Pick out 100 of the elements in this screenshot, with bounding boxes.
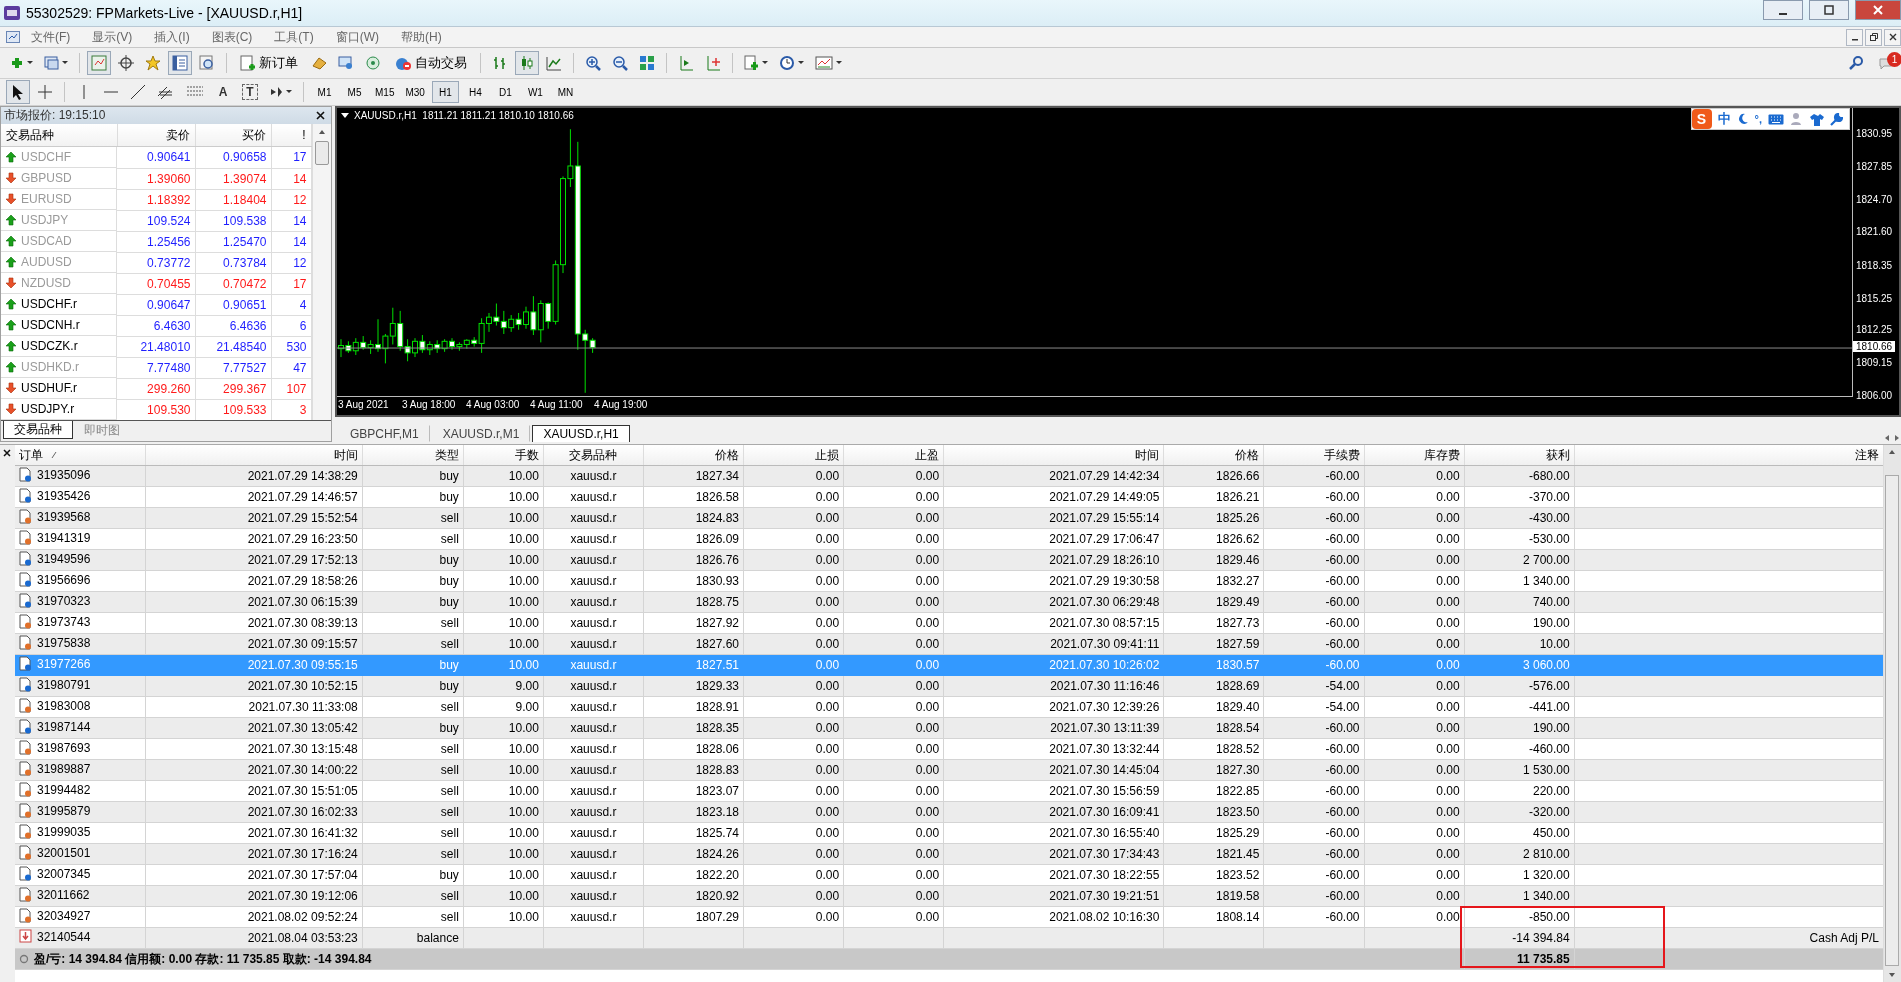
period-button[interactable]: D1 bbox=[491, 81, 519, 103]
column-header[interactable]: 时间 bbox=[145, 445, 363, 466]
table-row[interactable]: 31975838 2021.07.30 09:15:57 sell 10.00 xauusd.r 1827.60 0.00 0.00 2021.07.30 09:41:11 1827.59 -60.00 0.00 10.00 bbox=[15, 633, 1883, 655]
menu-item[interactable]: 窗口(W) bbox=[324, 28, 390, 46]
column-header[interactable]: 类型 bbox=[362, 445, 464, 466]
column-header[interactable]: 卖价 bbox=[117, 124, 195, 147]
column-header[interactable]: ! bbox=[271, 124, 311, 147]
column-header[interactable]: 时间 bbox=[943, 445, 1164, 466]
column-header[interactable]: 买价 bbox=[195, 124, 271, 147]
period-button[interactable]: H1 bbox=[431, 81, 459, 103]
period-button[interactable]: M30 bbox=[401, 81, 429, 103]
scrollbar-thumb[interactable] bbox=[1885, 475, 1900, 966]
auto-trading-button[interactable]: 自动交易 bbox=[388, 51, 473, 75]
label-tool-button[interactable]: T bbox=[238, 80, 262, 104]
chart-window-icon[interactable] bbox=[6, 31, 20, 43]
minimize-button[interactable] bbox=[1763, 0, 1803, 20]
restore-button[interactable] bbox=[1865, 28, 1882, 46]
period-button[interactable]: M15 bbox=[371, 81, 399, 103]
column-header[interactable]: 手续费 bbox=[1263, 445, 1365, 466]
menu-item[interactable]: 工具(T) bbox=[263, 28, 325, 46]
menu-item[interactable]: 插入(I) bbox=[143, 28, 201, 46]
table-row[interactable]: 31999035 2021.07.30 16:41:32 sell 10.00 xauusd.r 1825.74 0.00 0.00 2021.07.30 16:55:40 1825.29 -60.00 0.00 450.00 bbox=[15, 822, 1883, 844]
table-row[interactable]: 31987144 2021.07.30 13:05:42 buy 10.00 xauusd.r 1828.35 0.00 0.00 2021.07.30 13:11:39 1828.54 -60.00 0.00 190.00 bbox=[15, 717, 1883, 739]
list-window-button[interactable] bbox=[168, 51, 192, 75]
column-header[interactable]: 价格 bbox=[643, 445, 744, 466]
wrench-icon[interactable] bbox=[1830, 112, 1843, 126]
table-row[interactable]: 31973743 2021.07.30 08:39:13 sell 10.00 xauusd.r 1827.92 0.00 0.00 2021.07.30 08:57:15 1827.73 -60.00 0.00 190.00 bbox=[15, 612, 1883, 634]
chart-tab[interactable]: GBPCHF,M1 bbox=[339, 425, 430, 442]
table-row[interactable]: 32001501 2021.07.30 17:16:24 sell 10.00 xauusd.r 1824.26 0.00 0.00 2021.07.30 17:34:43 1821.45 -60.00 0.00 2 810.00 bbox=[15, 843, 1883, 865]
keyboard-icon[interactable] bbox=[1768, 113, 1784, 125]
close-icon[interactable] bbox=[3, 449, 12, 457]
table-row[interactable]: 31989887 2021.07.30 14:00:22 sell 10.00 xauusd.r 1828.83 0.00 0.00 2021.07.30 14:45:04 1827.30 -60.00 0.00 1 530.00 bbox=[15, 759, 1883, 781]
column-header[interactable]: 获利 bbox=[1464, 445, 1575, 466]
table-row[interactable]: 31935426 2021.07.29 14:46:57 buy 10.00 xauusd.r 1826.58 0.00 0.00 2021.07.29 14:49:05 1826.21 -60.00 0.00 -370.00 bbox=[15, 486, 1883, 508]
table-row[interactable]: 31939568 2021.07.29 15:52:54 sell 10.00 xauusd.r 1824.83 0.00 0.00 2021.07.29 15:55:14 1825.26 -60.00 0.00 -430.00 bbox=[15, 507, 1883, 529]
maximize-button[interactable] bbox=[1809, 0, 1849, 20]
close-icon[interactable] bbox=[316, 111, 325, 120]
text-tool-button[interactable]: A bbox=[211, 80, 235, 104]
table-row[interactable]: 31987693 2021.07.30 13:15:48 sell 10.00 xauusd.r 1828.06 0.00 0.00 2021.07.30 13:32:44 1828.52 -60.00 0.00 -460.00 bbox=[15, 738, 1883, 760]
period-button[interactable]: W1 bbox=[521, 81, 549, 103]
table-row[interactable]: 31980791 2021.07.30 10:52:15 buy 9.00 xauusd.r 1829.33 0.00 0.00 2021.07.30 11:16:46 1828.69 -54.00 0.00 -576.00 bbox=[15, 675, 1883, 697]
column-header[interactable]: 注释 bbox=[1574, 445, 1883, 466]
table-row[interactable]: 32011662 2021.07.30 19:12:06 sell 10.00 xauusd.r 1820.92 0.00 0.00 2021.07.30 19:21:51 1819.58 -60.00 0.00 1 340.00 bbox=[15, 885, 1883, 907]
new-order-button[interactable]: 新订单 bbox=[234, 51, 304, 75]
scroll-down-icon[interactable] bbox=[1888, 972, 1897, 978]
table-cell: 2021.07.30 15:51:05 bbox=[247, 784, 358, 798]
column-header[interactable]: 库存费 bbox=[1364, 445, 1465, 466]
scroll-right-icon[interactable] bbox=[1893, 434, 1901, 442]
table-row[interactable]: 31935096 2021.07.29 14:38:29 buy 10.00 xauusd.r 1827.34 0.00 0.00 2021.07.29 14:42:34 1826.66 -60.00 0.00 -680.00 bbox=[15, 465, 1883, 487]
column-header[interactable]: 手数 bbox=[463, 445, 544, 466]
menu-item[interactable]: 图表(C) bbox=[200, 28, 264, 46]
close-button[interactable] bbox=[1884, 28, 1901, 46]
candlestick-icon[interactable] bbox=[515, 51, 539, 75]
table-row[interactable]: 31956696 2021.07.29 18:58:26 buy 10.00 xauusd.r 1830.93 0.00 0.00 2021.07.29 19:30:58 1832.27 -60.00 0.00 1 340.00 bbox=[15, 570, 1883, 592]
symbol-name[interactable]: USDCHF.r bbox=[21, 297, 77, 311]
column-header[interactable]: 止损 bbox=[743, 445, 844, 466]
period-button[interactable]: M1 bbox=[311, 81, 338, 103]
bid-price: 299.260 bbox=[117, 378, 195, 399]
table-row[interactable]: 31949596 2021.07.29 17:52:13 buy 10.00 xauusd.r 1826.76 0.00 0.00 2021.07.29 18:26:10 1829.46 -60.00 0.00 2 700.00 bbox=[15, 549, 1883, 571]
scroll-up-icon[interactable] bbox=[1888, 449, 1897, 455]
table-row[interactable]: 31970323 2021.07.30 06:15:39 buy 10.00 xauusd.r 1828.75 0.00 0.00 2021.07.30 06:29:48 1829.49 -60.00 0.00 740.00 bbox=[15, 591, 1883, 613]
menu-item[interactable]: 显示(V) bbox=[81, 28, 144, 46]
panel-tab[interactable]: 交易品种 bbox=[3, 421, 73, 439]
scrollbar[interactable] bbox=[1883, 445, 1901, 982]
table-row[interactable]: 32140544 2021.08.04 03:53:23 balance -14 394.84 Cash Adj P/L bbox=[15, 927, 1883, 949]
symbol-name[interactable]: USDCZK.r bbox=[21, 339, 78, 353]
column-header[interactable]: 交易品种 bbox=[1, 124, 117, 147]
shirt-icon[interactable] bbox=[1810, 112, 1824, 126]
cursor-icon[interactable] bbox=[6, 80, 30, 104]
period-button[interactable]: MN bbox=[551, 81, 579, 103]
table-row[interactable]: 32034927 2021.08.02 09:52:24 sell 10.00 xauusd.r 1807.29 0.00 0.00 2021.08.02 10:16:30 1808.14 -60.00 0.00 -850.00 bbox=[15, 906, 1883, 928]
column-header[interactable]: 价格 bbox=[1163, 445, 1264, 466]
table-row[interactable]: 31995879 2021.07.30 16:02:33 sell 10.00 xauusd.r 1823.18 0.00 0.00 2021.07.30 16:09:41 1823.50 -60.00 0.00 -320.00 bbox=[15, 801, 1883, 823]
symbol-name[interactable]: USDJPY.r bbox=[21, 402, 75, 416]
chat-button[interactable]: 1 bbox=[1871, 51, 1901, 75]
punctuation-mode[interactable]: °, bbox=[1754, 113, 1762, 125]
table-row[interactable]: 31941319 2021.07.29 16:23:50 sell 10.00 xauusd.r 1826.09 0.00 0.00 2021.07.29 17:06:47 1826.62 -60.00 0.00 -530.00 bbox=[15, 528, 1883, 550]
ime-mode[interactable]: 中 bbox=[1717, 110, 1731, 128]
chart-tab[interactable]: XAUUSD.r,H1 bbox=[532, 425, 630, 442]
column-header[interactable]: 订单 bbox=[15, 445, 146, 466]
scroll-up-icon[interactable] bbox=[317, 129, 326, 135]
period-button[interactable]: M5 bbox=[341, 81, 368, 103]
menu-item[interactable]: 帮助(H) bbox=[390, 28, 453, 46]
column-header[interactable]: 止盈 bbox=[843, 445, 944, 466]
scrollbar-thumb[interactable] bbox=[314, 141, 329, 165]
table-cell: 1826.66 bbox=[1216, 469, 1260, 483]
table-row[interactable]: 31994482 2021.07.30 15:51:05 sell 10.00 xauusd.r 1823.07 0.00 0.00 2021.07.30 15:56:59 1822.85 -60.00 0.00 220.00 bbox=[15, 780, 1883, 802]
period-button[interactable]: H4 bbox=[461, 81, 489, 103]
table-row[interactable]: 31983008 2021.07.30 11:33:08 sell 9.00 xauusd.r 1828.91 0.00 0.00 2021.07.30 12:39:26 1829.40 -54.00 0.00 -441.00 bbox=[15, 696, 1883, 718]
table-cell: buy bbox=[439, 868, 459, 882]
symbol-name[interactable]: USDHUF.r bbox=[21, 381, 77, 395]
chart-tab[interactable]: XAUUSD.r,M1 bbox=[431, 425, 531, 442]
symbol-name[interactable]: USDCNH.r bbox=[21, 318, 80, 332]
table-cell: xauusd.r bbox=[570, 763, 617, 777]
table-row[interactable]: 32007345 2021.07.30 17:57:04 buy 10.00 xauusd.r 1822.20 0.00 0.00 2021.07.30 18:22:55 1823.52 -60.00 0.00 1 320.00 bbox=[15, 864, 1883, 886]
column-header[interactable]: 交易品种 bbox=[543, 445, 644, 466]
menu-item[interactable]: 文件(F) bbox=[20, 28, 82, 46]
scroll-left-icon[interactable] bbox=[1883, 434, 1891, 442]
moon-icon[interactable] bbox=[1736, 113, 1749, 125]
caret-icon[interactable] bbox=[341, 112, 349, 119]
